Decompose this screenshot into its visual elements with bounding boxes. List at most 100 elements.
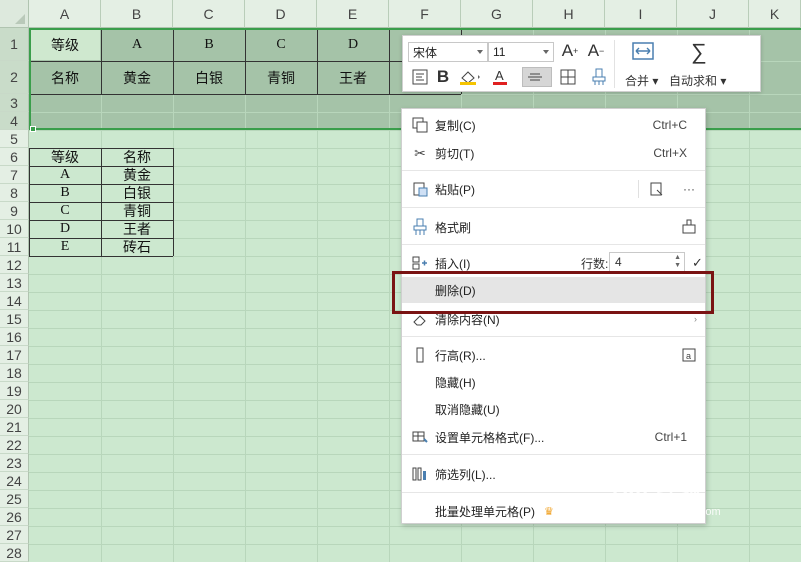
row-header-4[interactable]: 4 <box>0 112 29 130</box>
menu-item-format-cells[interactable]: 设置单元格格式(F)... Ctrl+1 <box>402 424 705 450</box>
row-header-5[interactable]: 5 <box>0 130 29 148</box>
hide-label: 隐藏(H) <box>435 375 476 390</box>
row-header-3[interactable]: 3 <box>0 94 29 112</box>
align-center-icon[interactable] <box>522 67 552 87</box>
increase-font-icon[interactable]: A + <box>559 40 581 62</box>
lower-table-cell[interactable]: E <box>29 238 101 256</box>
column-header-f[interactable]: F <box>389 0 461 28</box>
batch-label: 批量处理单元格(P) <box>435 504 535 519</box>
lower-table-cell[interactable]: 等级 <box>29 148 101 166</box>
lower-table-cell[interactable]: C <box>29 202 101 220</box>
font-name-select[interactable]: 宋体 <box>408 42 488 62</box>
select-all-corner[interactable] <box>0 0 29 28</box>
row-header-1[interactable]: 1 <box>0 28 29 61</box>
merge-label[interactable]: 合并 ▾ <box>625 72 658 89</box>
font-name-value: 宋体 <box>413 45 438 60</box>
paste-icon <box>411 180 429 198</box>
lower-table-cell[interactable]: 砖石 <box>101 238 173 256</box>
confirm-check-icon[interactable]: ✓ <box>692 255 703 271</box>
filter-column-label: 筛选列(L)... <box>435 467 496 482</box>
row-header-14[interactable]: 14 <box>0 292 29 310</box>
lower-table-cell[interactable]: D <box>29 220 101 238</box>
menu-item-hide[interactable]: 隐藏(H) <box>402 369 705 395</box>
column-header-g[interactable]: G <box>461 0 533 28</box>
menu-item-paste[interactable]: 粘贴(P) ··· <box>402 176 705 202</box>
fill-handle[interactable] <box>30 126 36 132</box>
decrease-font-icon[interactable]: A − <box>585 40 607 62</box>
paste-special-icon[interactable] <box>648 180 666 198</box>
fill-color-icon[interactable] <box>457 67 483 87</box>
row-header-22[interactable]: 22 <box>0 436 29 454</box>
rows-count-value: 4 <box>615 255 622 269</box>
font-size-select[interactable]: 11 <box>488 42 554 62</box>
row-header-24[interactable]: 24 <box>0 472 29 490</box>
svg-text:a: a <box>686 351 691 361</box>
row-header-15[interactable]: 15 <box>0 310 29 328</box>
column-header-e[interactable]: E <box>317 0 389 28</box>
row-header-21[interactable]: 21 <box>0 418 29 436</box>
row-header-9[interactable]: 9 <box>0 202 29 220</box>
font-size-value: 11 <box>493 45 506 59</box>
sigma-icon[interactable]: ∑ <box>687 39 711 64</box>
autosum-label[interactable]: 自动求和 ▾ <box>669 72 726 89</box>
cut-label: 剪切(T) <box>435 146 475 161</box>
column-header-c[interactable]: C <box>173 0 245 28</box>
lower-table-cell[interactable]: 青铜 <box>101 202 173 220</box>
row-height-label: 行高(R)... <box>435 348 486 363</box>
scissors-icon: ✂ <box>414 144 426 161</box>
lower-table-cell[interactable]: 黄金 <box>101 166 173 184</box>
row-header-16[interactable]: 16 <box>0 328 29 346</box>
crown-icon: ♛ <box>544 505 554 518</box>
menu-item-row-height[interactable]: 行高(R)... a <box>402 342 705 368</box>
row-header-28[interactable]: 28 <box>0 544 29 562</box>
cut-shortcut: Ctrl+X <box>653 146 687 160</box>
lower-table-cell[interactable]: 白银 <box>101 184 173 202</box>
lower-table-cell[interactable]: 名称 <box>101 148 173 166</box>
bold-icon[interactable]: B <box>434 66 452 88</box>
menu-item-format-painter[interactable]: 格式刷 <box>402 214 705 240</box>
row-header-27[interactable]: 27 <box>0 526 29 544</box>
row-header-17[interactable]: 17 <box>0 346 29 364</box>
column-header-k[interactable]: K <box>749 0 801 28</box>
column-header-a[interactable]: A <box>29 0 101 28</box>
lower-table-cell[interactable]: 王者 <box>101 220 173 238</box>
paste-label: 粘贴(P) <box>435 182 475 197</box>
row-header-6[interactable]: 6 <box>0 148 29 166</box>
copy-icon <box>411 116 429 134</box>
row-header-2[interactable]: 2 <box>0 61 29 94</box>
row-header-18[interactable]: 18 <box>0 364 29 382</box>
auto-fit-icon[interactable]: a <box>680 346 698 364</box>
merge-icon[interactable] <box>628 40 658 62</box>
menu-item-cut[interactable]: ✂ 剪切(T) Ctrl+X <box>402 140 705 166</box>
text-wrap-icon[interactable] <box>411 67 429 87</box>
format-painter-lock-icon[interactable] <box>680 218 698 236</box>
row-header-12[interactable]: 12 <box>0 256 29 274</box>
menu-item-copy[interactable]: 复制(C) Ctrl+C <box>402 112 705 138</box>
column-header-b[interactable]: B <box>101 0 173 28</box>
row-header-7[interactable]: 7 <box>0 166 29 184</box>
row-header-25[interactable]: 25 <box>0 490 29 508</box>
spinner-icon[interactable]: ▲ ▼ <box>674 254 681 270</box>
row-header-23[interactable]: 23 <box>0 454 29 472</box>
column-header-i[interactable]: I <box>605 0 677 28</box>
row-header-10[interactable]: 10 <box>0 220 29 238</box>
row-header-26[interactable]: 26 <box>0 508 29 526</box>
row-header-20[interactable]: 20 <box>0 400 29 418</box>
rows-count-label: 行数: <box>581 256 609 271</box>
column-header-j[interactable]: J <box>677 0 749 28</box>
paste-more-icon[interactable]: ··· <box>683 182 695 196</box>
rows-count-input[interactable]: 4 ▲ ▼ <box>609 252 685 272</box>
menu-item-unhide[interactable]: 取消隐藏(U) <box>402 396 705 422</box>
font-color-icon[interactable]: A <box>490 67 516 87</box>
column-header-h[interactable]: H <box>533 0 605 28</box>
format-painter-icon[interactable] <box>589 67 609 87</box>
row-header-8[interactable]: 8 <box>0 184 29 202</box>
row-header-19[interactable]: 19 <box>0 382 29 400</box>
column-header-d[interactable]: D <box>245 0 317 28</box>
lower-table-cell[interactable]: B <box>29 184 101 202</box>
format-cells-label: 设置单元格格式(F)... <box>435 430 545 445</box>
border-icon[interactable] <box>558 67 584 87</box>
row-header-13[interactable]: 13 <box>0 274 29 292</box>
row-header-11[interactable]: 11 <box>0 238 29 256</box>
lower-table-cell[interactable]: A <box>29 166 101 184</box>
